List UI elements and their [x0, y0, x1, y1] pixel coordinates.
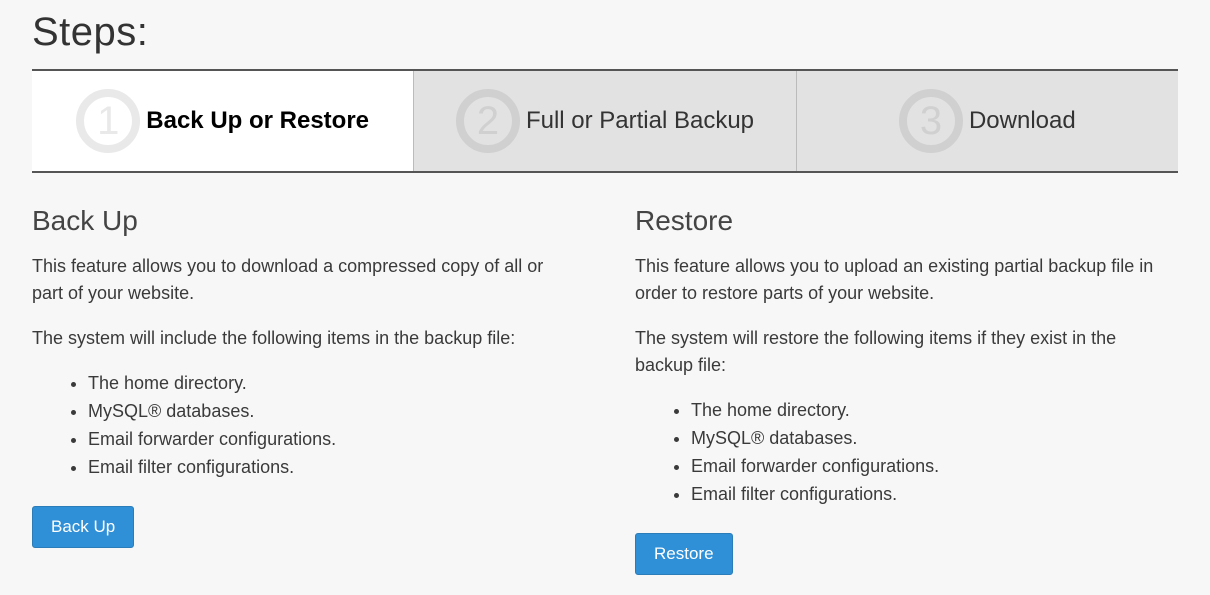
- step-2-tab[interactable]: 2 Full or Partial Backup: [414, 71, 796, 171]
- restore-item-list: The home directory. MySQL® databases. Em…: [635, 397, 1178, 509]
- backup-desc-1: This feature allows you to download a co…: [32, 253, 575, 307]
- list-item: Email filter configurations.: [691, 481, 1178, 509]
- list-item: MySQL® databases.: [691, 425, 1178, 453]
- restore-button[interactable]: Restore: [635, 533, 733, 575]
- list-item: The home directory.: [691, 397, 1178, 425]
- content-row: Back Up This feature allows you to downl…: [32, 205, 1178, 575]
- backup-column: Back Up This feature allows you to downl…: [32, 205, 575, 575]
- restore-desc-1: This feature allows you to upload an exi…: [635, 253, 1178, 307]
- step-2-label: Full or Partial Backup: [526, 107, 754, 135]
- list-item: The home directory.: [88, 370, 575, 398]
- step-3-label: Download: [969, 107, 1076, 135]
- step-3-number-icon: 3: [899, 89, 963, 153]
- step-2-number-icon: 2: [456, 89, 520, 153]
- step-1-tab[interactable]: 1 Back Up or Restore: [32, 71, 414, 171]
- step-1-number-icon: 1: [76, 89, 140, 153]
- backup-button[interactable]: Back Up: [32, 506, 134, 548]
- backup-desc-2: The system will include the following it…: [32, 325, 575, 352]
- steps-bar: 1 Back Up or Restore 2 Full or Partial B…: [32, 69, 1178, 173]
- restore-column: Restore This feature allows you to uploa…: [635, 205, 1178, 575]
- list-item: Email forwarder configurations.: [691, 453, 1178, 481]
- backup-title: Back Up: [32, 205, 575, 237]
- list-item: Email forwarder configurations.: [88, 426, 575, 454]
- list-item: Email filter configurations.: [88, 454, 575, 482]
- list-item: MySQL® databases.: [88, 398, 575, 426]
- step-1-label: Back Up or Restore: [146, 107, 369, 135]
- restore-title: Restore: [635, 205, 1178, 237]
- steps-heading: Steps:: [32, 10, 1178, 55]
- backup-item-list: The home directory. MySQL® databases. Em…: [32, 370, 575, 482]
- restore-desc-2: The system will restore the following it…: [635, 325, 1178, 379]
- step-3-tab[interactable]: 3 Download: [797, 71, 1178, 171]
